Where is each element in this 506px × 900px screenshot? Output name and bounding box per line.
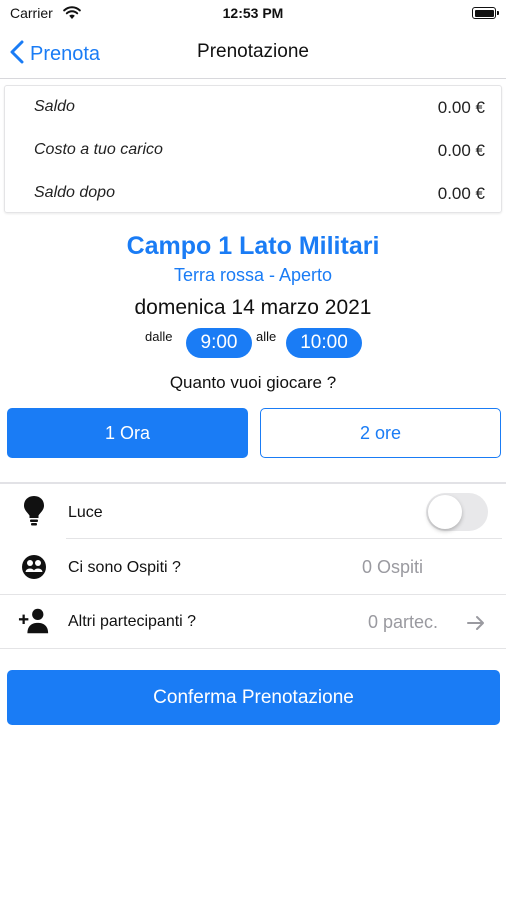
arrow-right-icon[interactable]	[466, 614, 486, 637]
lightbulb-icon	[18, 495, 50, 527]
participants-option-row[interactable]: Altri partecipanti ? 0 partec.	[0, 595, 506, 649]
summary-label: Saldo dopo	[34, 184, 115, 201]
from-label: dalle	[145, 329, 173, 344]
status-time: 12:53 PM	[222, 5, 284, 21]
summary-value: 0.00 €	[437, 184, 485, 203]
end-time-pill[interactable]: 10:00	[286, 328, 362, 358]
summary-value: 0.00 €	[437, 141, 485, 160]
guests-value: 0 Ospiti	[362, 557, 424, 577]
light-label: Luce	[68, 504, 103, 521]
summary-row-cost: Costo a tuo carico 0.00 €	[5, 135, 501, 165]
booking-date: domenica 14 marzo 2021	[134, 296, 372, 319]
court-name: Campo 1 Lato Militari	[126, 232, 380, 260]
light-toggle[interactable]	[426, 493, 488, 531]
summary-value: 0.00 €	[437, 98, 485, 117]
status-bar: Carrier 12:53 PM	[0, 0, 506, 28]
guests-icon	[18, 551, 50, 583]
confirm-booking-button[interactable]: Conferma Prenotazione	[7, 670, 500, 725]
to-label: alle	[256, 329, 277, 344]
participants-value: 0 partec.	[368, 612, 439, 632]
duration-question: Quanto vuoi giocare ?	[169, 373, 337, 392]
page-title: Prenotazione	[197, 41, 309, 62]
guests-option-row[interactable]: Ci sono Ospiti ? 0 Ospiti	[0, 539, 506, 593]
options-list: Luce Ci sono Ospiti ? 0 Ospiti Altri par…	[0, 482, 506, 649]
battery-icon	[472, 7, 499, 19]
light-option-row: Luce	[0, 484, 506, 538]
start-time-pill[interactable]: 9:00	[186, 328, 252, 358]
balance-summary-card: Saldo 0.00 € Costo a tuo carico 0.00 € S…	[4, 85, 502, 213]
duration-2-hours-button[interactable]: 2 ore	[260, 408, 501, 458]
summary-label: Costo a tuo carico	[34, 141, 163, 158]
summary-row-balance-after: Saldo dopo 0.00 €	[5, 178, 501, 208]
summary-label: Saldo	[34, 98, 75, 115]
summary-row-saldo: Saldo 0.00 €	[5, 92, 501, 122]
duration-1-hour-button[interactable]: 1 Ora	[7, 408, 248, 458]
guests-label: Ci sono Ospiti ?	[68, 559, 181, 576]
navigation-bar: Prenota Prenotazione	[0, 30, 506, 79]
participants-label: Altri partecipanti ?	[68, 613, 197, 630]
court-subtitle: Terra rossa - Aperto	[173, 265, 333, 285]
add-person-icon	[18, 605, 50, 637]
divider	[0, 648, 506, 649]
